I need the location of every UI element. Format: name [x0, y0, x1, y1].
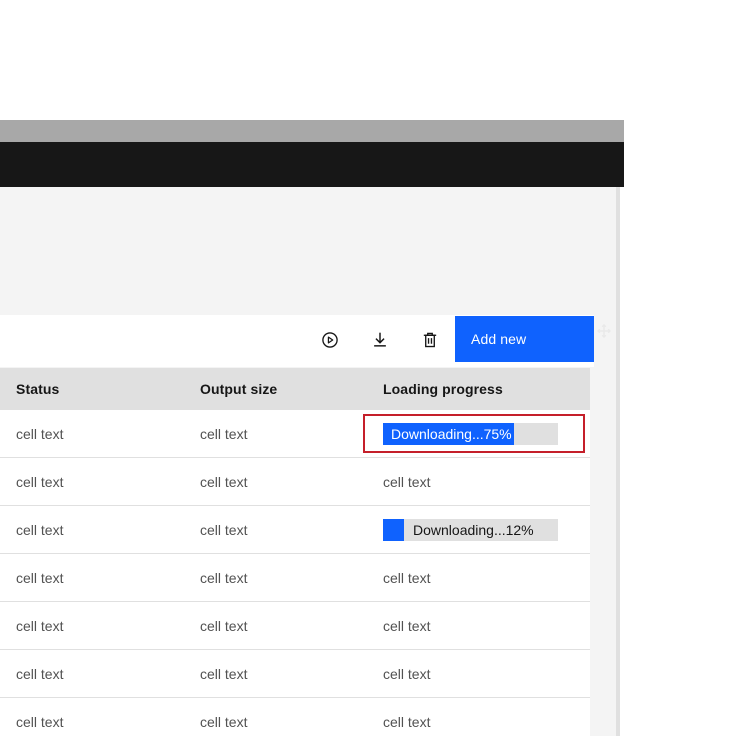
window-titlebar: [0, 120, 624, 142]
app-window: Add new Status Output size Loading progr…: [0, 120, 624, 736]
status-cell: cell text: [0, 554, 184, 601]
status-cell: cell text: [0, 698, 184, 736]
add-new-button[interactable]: Add new: [455, 316, 594, 362]
output-size-cell: cell text: [184, 410, 367, 457]
table-header-row: Status Output size Loading progress: [0, 368, 590, 410]
table-toolbar: Add new: [0, 315, 594, 367]
loading-progress-cell: cell text: [367, 458, 590, 505]
cell-focus-highlight: [363, 414, 585, 453]
progress-bar-fill: [383, 519, 404, 541]
trash-icon: [421, 331, 439, 349]
status-cell: cell text: [0, 650, 184, 697]
table-row[interactable]: cell text cell text cell text: [0, 698, 590, 736]
column-header-loading-progress: Loading progress: [367, 368, 590, 410]
table-row[interactable]: cell text cell text cell text: [0, 554, 590, 602]
table-row[interactable]: cell text cell text Downloading...75%: [0, 410, 590, 458]
output-size-cell: cell text: [184, 554, 367, 601]
output-size-cell: cell text: [184, 602, 367, 649]
status-cell: cell text: [0, 410, 184, 457]
play-button[interactable]: [305, 317, 355, 363]
loading-progress-cell: cell text: [367, 698, 590, 736]
status-cell: cell text: [0, 602, 184, 649]
loading-progress-cell: cell text: [367, 554, 590, 601]
toolbar-icon-group: [305, 317, 455, 363]
progress-label: Downloading...12%: [413, 522, 534, 538]
loading-progress-cell: Downloading...75%: [367, 410, 590, 457]
status-cell: cell text: [0, 506, 184, 553]
progress-bar: Downloading...12%: [383, 519, 558, 541]
play-outline-icon: [321, 331, 339, 349]
delete-button[interactable]: [405, 317, 455, 363]
loading-progress-cell: Downloading...12%: [367, 506, 590, 553]
status-cell: cell text: [0, 458, 184, 505]
table-row[interactable]: cell text cell text Downloading...12%: [0, 506, 590, 554]
loading-progress-cell: cell text: [367, 650, 590, 697]
loading-progress-cell: cell text: [367, 602, 590, 649]
table-row[interactable]: cell text cell text cell text: [0, 602, 590, 650]
download-icon: [371, 331, 389, 349]
data-table: Status Output size Loading progress cell…: [0, 368, 590, 736]
output-size-cell: cell text: [184, 698, 367, 736]
column-header-status: Status: [0, 368, 184, 410]
table-row[interactable]: cell text cell text cell text: [0, 650, 590, 698]
table-row[interactable]: cell text cell text cell text: [0, 458, 590, 506]
output-size-cell: cell text: [184, 506, 367, 553]
column-header-output-size: Output size: [184, 368, 367, 410]
window-menubar: [0, 142, 624, 187]
output-size-cell: cell text: [184, 458, 367, 505]
output-size-cell: cell text: [184, 650, 367, 697]
move-cursor-icon: [596, 323, 612, 339]
download-button[interactable]: [355, 317, 405, 363]
